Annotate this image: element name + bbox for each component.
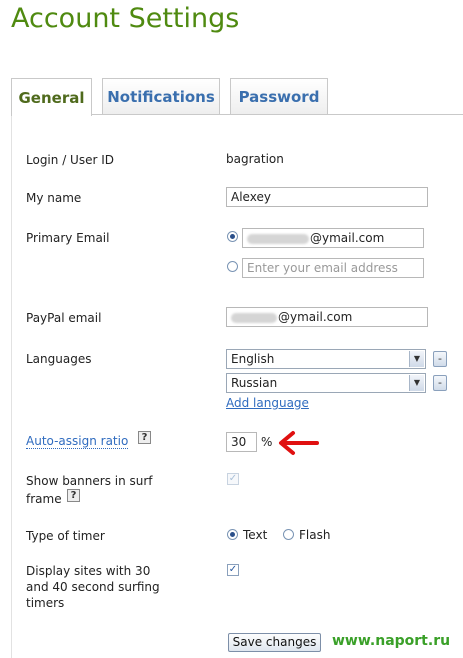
save-button[interactable]: Save changes: [228, 633, 321, 652]
primary-email-label: Primary Email: [26, 231, 110, 245]
login-label: Login / User ID: [26, 153, 114, 167]
panel-border: [11, 114, 12, 658]
name-label: My name: [26, 191, 82, 205]
help-icon[interactable]: ?: [138, 431, 151, 444]
banners-checkbox: ✓: [227, 473, 239, 485]
tab-notifications[interactable]: Notifications: [102, 78, 220, 114]
language-select-1-value: English: [231, 352, 275, 366]
tab-password[interactable]: Password: [230, 78, 328, 114]
help-icon[interactable]: ?: [67, 489, 80, 502]
language-select-2-value: Russian: [231, 376, 278, 390]
add-language-link[interactable]: Add language: [226, 396, 309, 410]
language-select-2[interactable]: Russian ▼: [226, 373, 426, 393]
chevron-down-icon: ▼: [409, 375, 424, 391]
redacted-paypal-user: [231, 312, 277, 323]
auto-assign-label[interactable]: Auto-assign ratio: [26, 434, 129, 449]
timer-radio-text[interactable]: [227, 529, 238, 540]
tab-general[interactable]: General: [11, 78, 92, 116]
timer-option-flash: Flash: [299, 528, 331, 542]
banners-label-line1: Show banners in surf: [26, 474, 153, 488]
display-sites-label-line3: timers: [26, 596, 65, 610]
primary-email-domain: @ymail.com: [310, 231, 385, 245]
paypal-label: PayPal email: [26, 311, 102, 325]
timer-radio-flash[interactable]: [283, 529, 294, 540]
languages-label: Languages: [26, 352, 92, 366]
login-value: bagration: [226, 152, 284, 166]
banners-label-line2: frame: [26, 492, 62, 506]
timer-option-text: Text: [243, 528, 268, 542]
remove-language-1-button[interactable]: -: [433, 351, 447, 367]
chevron-down-icon: ▼: [409, 351, 424, 367]
display-sites-checkbox[interactable]: ✓: [227, 564, 239, 576]
page-title: Account Settings: [11, 3, 240, 34]
primary-email-radio-existing[interactable]: [227, 231, 238, 242]
timer-label: Type of timer: [26, 529, 105, 543]
auto-assign-input[interactable]: 30: [226, 432, 257, 452]
auto-assign-unit: %: [261, 435, 273, 449]
paypal-domain: @ymail.com: [278, 310, 353, 324]
new-email-input[interactable]: Enter your email address: [242, 258, 424, 278]
redacted-email-user: [247, 233, 309, 244]
name-input[interactable]: Alexey: [226, 187, 428, 207]
primary-email-input[interactable]: @ymail.com: [242, 228, 424, 248]
watermark: www.naport.ru: [332, 633, 451, 649]
paypal-input[interactable]: @ymail.com: [226, 307, 428, 327]
primary-email-radio-new[interactable]: [227, 261, 238, 272]
red-arrow-icon: [279, 431, 319, 455]
remove-language-2-button[interactable]: -: [433, 375, 447, 391]
language-select-1[interactable]: English ▼: [226, 349, 426, 369]
